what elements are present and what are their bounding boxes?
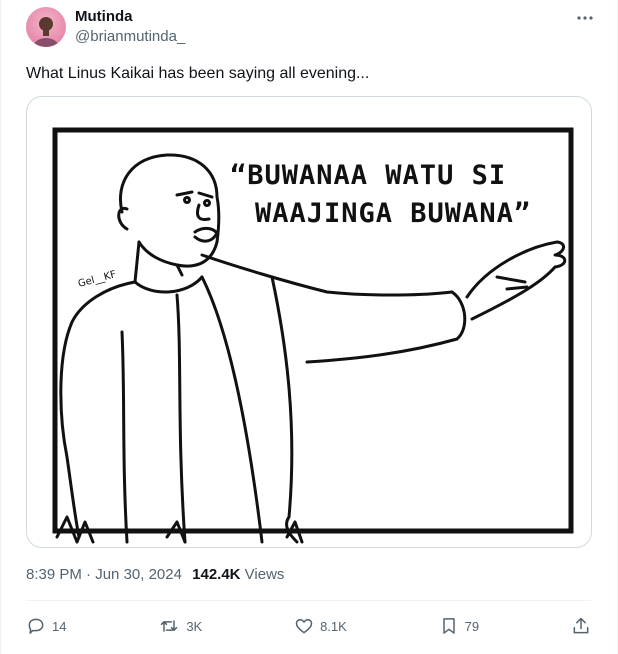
repost-button[interactable]: 3K (158, 616, 202, 636)
views-label: Views (240, 566, 285, 583)
quote-line-1: “BUWANAA WATU SI (230, 160, 506, 191)
share-button[interactable] (571, 616, 591, 636)
tweet-time[interactable]: 8:39 PM (26, 566, 82, 583)
like-count: 8.1K (320, 618, 347, 634)
share-icon (573, 617, 589, 634)
bookmark-icon (442, 618, 455, 634)
author-name[interactable]: Mutinda (75, 8, 133, 25)
bookmark-button[interactable]: 79 (439, 616, 479, 636)
more-icon (577, 16, 593, 20)
meta-separator: · (81, 566, 96, 583)
views-count: 142.4K (192, 566, 241, 583)
repost-icon (161, 620, 178, 632)
reply-button[interactable]: 14 (26, 616, 66, 636)
avatar[interactable] (26, 7, 66, 47)
artist-signature: Gel__KF (77, 269, 118, 290)
heart-icon (295, 619, 313, 634)
tweet-card: Mutinda @brianmutinda_ What Linus Kaikai… (0, 0, 618, 654)
divider (26, 600, 591, 601)
action-bar: 14 3K 8.1K 79 (26, 606, 591, 646)
avatar-portrait (33, 17, 59, 47)
reply-count: 14 (52, 618, 67, 634)
tweet-text: What Linus Kaikai has been saying all ev… (26, 65, 370, 82)
bookmark-count: 79 (464, 618, 480, 634)
tweet-meta: 8:39 PM · Jun 30, 2024 142.4K Views (26, 566, 284, 583)
more-button[interactable] (573, 8, 597, 28)
reply-icon (28, 618, 44, 634)
like-button[interactable]: 8.1K (294, 616, 347, 636)
author-handle[interactable]: @brianmutinda_ (75, 28, 185, 45)
cartoon-illustration: Gel__KF “BUWANAA WATU SI WAAJINGA BUWANA… (52, 127, 574, 544)
tweet-image[interactable]: Gel__KF “BUWANAA WATU SI WAAJINGA BUWANA… (26, 96, 592, 548)
repost-count: 3K (186, 618, 203, 634)
quote-line-2: WAAJINGA BUWANA” (255, 198, 531, 229)
tweet-date[interactable]: Jun 30, 2024 (95, 566, 182, 583)
